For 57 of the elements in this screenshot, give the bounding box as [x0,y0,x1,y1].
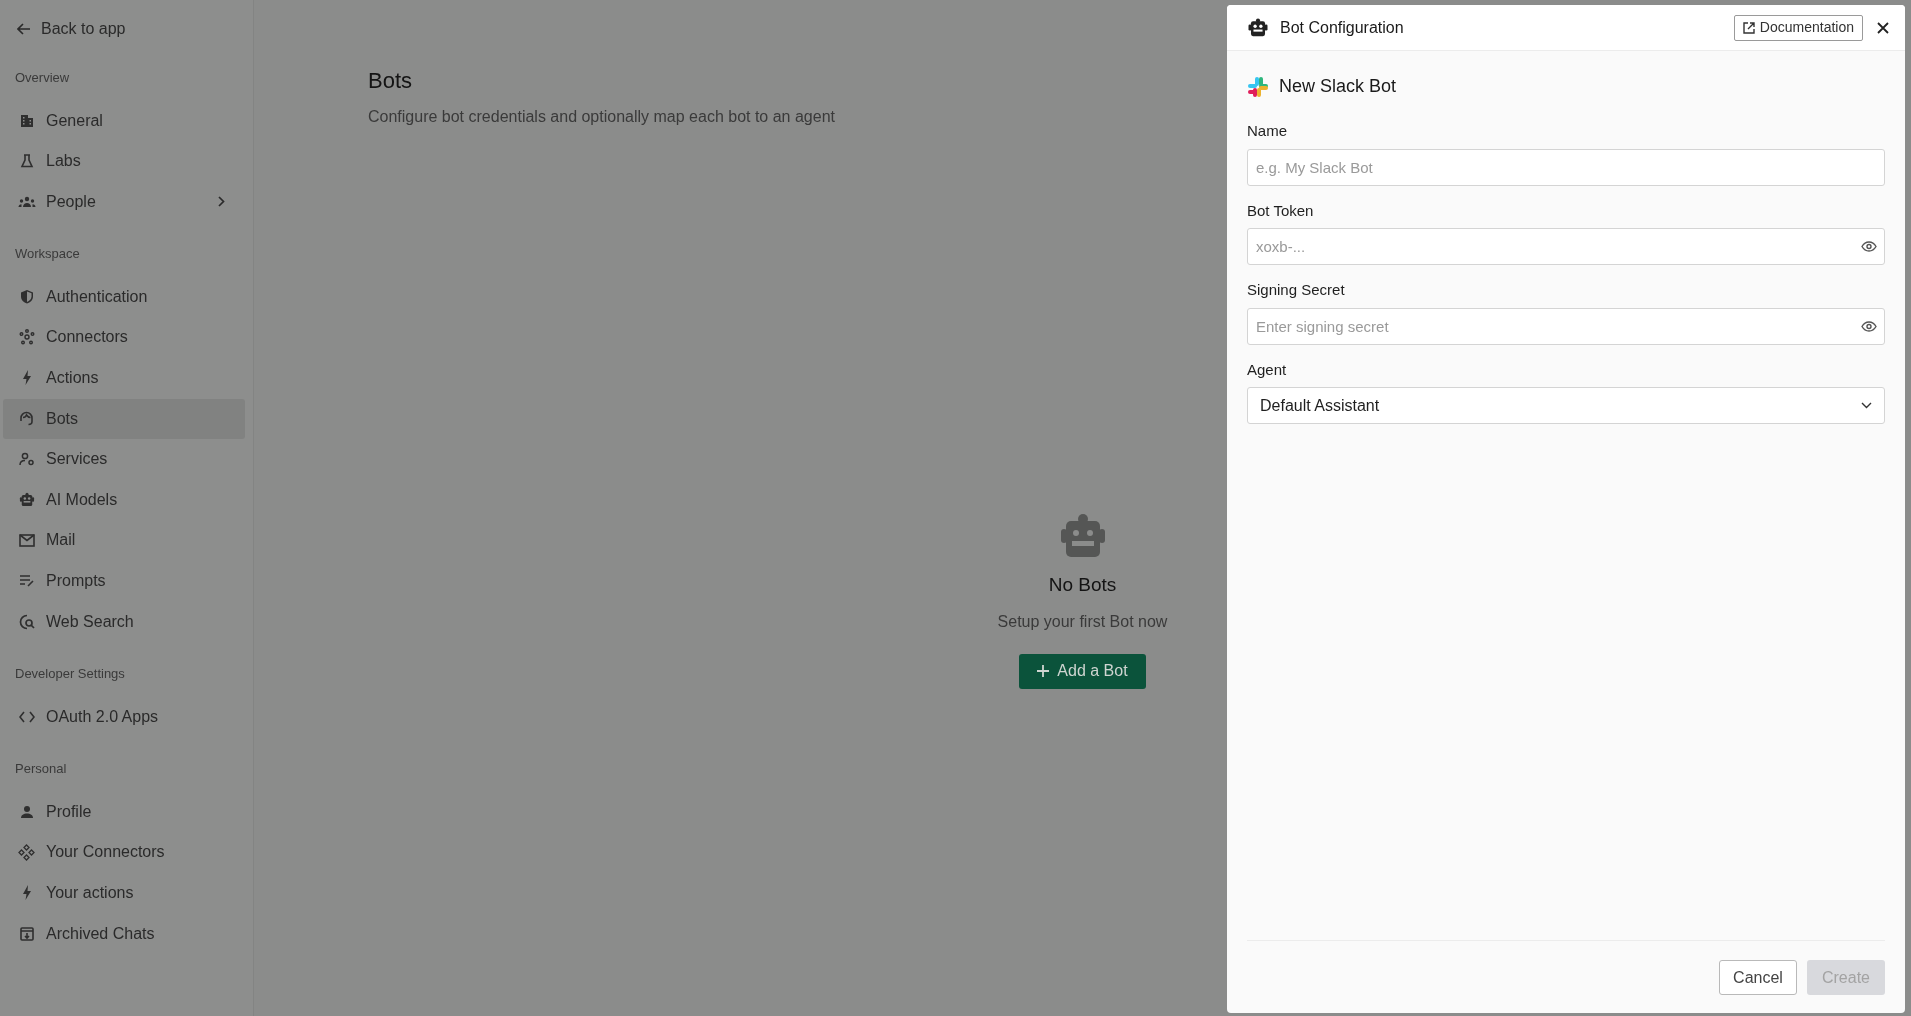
sidebar-item[interactable]: AI Models [3,479,245,520]
network-icon [17,329,36,346]
agent-dropdown[interactable]: Default Assistant [1247,387,1885,424]
mail-icon [17,533,36,547]
globe-search-icon [17,613,36,630]
sidebar-item[interactable]: Prompts [3,560,245,601]
back-link[interactable]: Back to app [3,12,250,46]
external-link-icon [1742,21,1755,34]
cancel-button[interactable]: Cancel [1719,960,1797,995]
chevron-down-icon [1861,402,1872,409]
section-label: Overview [14,69,71,87]
sidebar-item[interactable]: OAuth 2.0 Apps [3,696,245,737]
sidebar-item[interactable]: Bots [3,398,245,439]
empty-title: No Bots [1048,573,1117,597]
code-icon [17,710,36,723]
people-icon [17,195,36,208]
section-label: Workspace [14,245,81,264]
sidebar-item[interactable]: General [3,100,245,141]
field-label: Bot Token [1247,200,1315,221]
sidebar-item[interactable]: Services [3,439,245,480]
input-field[interactable]: e.g. My Slack Bot [1247,148,1885,186]
chevron-icon [218,196,225,208]
sidebar-item[interactable]: Web Search [3,601,245,642]
page-subtitle: Configure bot credentials and optionally map each bot to an agent [368,107,835,127]
drawer-title: Bot Configuration [1280,17,1404,38]
plus-icon [1037,665,1050,677]
sidebar-item[interactable]: Labs [3,141,245,182]
slack-logo-icon [1247,75,1269,98]
robot-icon [17,492,36,508]
list-pen-icon [17,574,36,588]
field-label: Name [1247,121,1288,141]
secret-input-field[interactable]: Enter signing secret [1247,307,1885,345]
show-password-icon[interactable] [1861,320,1877,332]
sidebar-item[interactable]: Actions [3,357,245,398]
secret-input-field[interactable]: xoxb-... [1247,228,1885,265]
documentation-button[interactable]: Documentation [1733,14,1863,41]
diamonds-icon [17,843,36,861]
section-label: Personal [14,760,68,779]
arrow-left-icon [17,23,31,35]
show-password-icon[interactable] [1861,241,1877,252]
robot-icon [1247,18,1269,37]
sidebar-item[interactable]: Profile [3,791,245,832]
sidebar-item[interactable]: People [3,181,245,222]
add-bot-button[interactable]: Add a Bot [1019,653,1146,689]
sidebar-item[interactable]: Archived Chats [3,913,245,954]
sidebar-item[interactable]: Authentication [3,276,245,317]
sidebar-item[interactable]: Connectors [3,317,245,358]
section-label: Developer Settings [14,665,126,684]
sidebar-item[interactable]: Mail [3,520,245,561]
sidebar-item[interactable]: Your actions [3,872,245,913]
page-title: Bots [368,67,413,95]
empty-message: Setup your first Bot now [997,611,1168,632]
archive-icon [17,926,36,941]
field-label: Signing Secret [1247,280,1346,300]
form-heading: New Slack Bot [1279,75,1397,98]
field-label: Agent [1247,359,1288,380]
sidebar-item[interactable]: Your Connectors [3,832,245,873]
